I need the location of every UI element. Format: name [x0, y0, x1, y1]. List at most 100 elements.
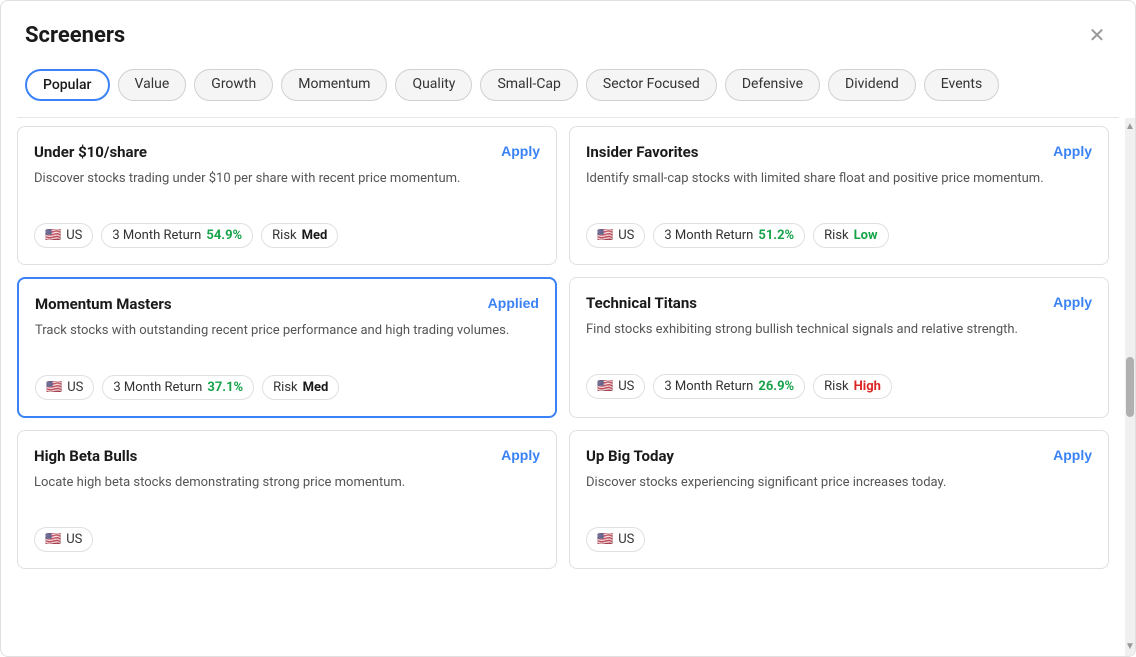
risk-value: Med: [302, 228, 328, 243]
risk-badge: Risk Med: [262, 375, 339, 400]
cards-container: Under $10/shareApply Discover stocks trad…: [1, 118, 1125, 656]
scroll-down-arrow[interactable]: ▼: [1125, 642, 1135, 652]
card-description: Find stocks exhibiting strong bullish te…: [586, 320, 1092, 360]
screener-card-upbig[interactable]: Up Big Today Apply Discover stocks experie…: [569, 430, 1109, 569]
card-header: Up Big Today Apply: [586, 447, 1092, 465]
scrollbar-thumb[interactable]: [1126, 357, 1134, 417]
risk-badge: Risk Med: [261, 223, 338, 248]
filter-chip-small-cap[interactable]: Small-Cap: [480, 69, 577, 101]
card-description: Discover stocks trading under $10 per sh…: [34, 169, 540, 209]
region-label: US: [66, 228, 82, 243]
region-label: US: [66, 532, 82, 547]
risk-value: Low: [854, 228, 878, 243]
cards-grid: Under $10/shareApply Discover stocks trad…: [17, 126, 1117, 569]
apply-button[interactable]: Apply: [1053, 143, 1092, 159]
region-label: US: [618, 532, 634, 547]
screener-card-insider[interactable]: Insider Favorites Apply Identify small-cap…: [569, 126, 1109, 265]
flag-icon: 🇺🇸: [597, 379, 613, 394]
region-label: US: [618, 228, 634, 243]
applied-button[interactable]: Applied: [488, 295, 539, 311]
filter-chip-quality[interactable]: Quality: [395, 69, 472, 101]
return-value: 37.1%: [207, 380, 243, 395]
return-value: 26.9%: [758, 379, 794, 394]
card-title: Insider Favorites: [586, 143, 698, 161]
card-header: High Beta Bulls Apply: [34, 447, 540, 465]
return-badge: 3 Month Return 51.2%: [653, 223, 805, 248]
card-header: Technical Titans Apply: [586, 294, 1092, 312]
region-label: US: [618, 379, 634, 394]
flag-icon: 🇺🇸: [45, 228, 61, 243]
filter-chip-events[interactable]: Events: [924, 69, 999, 101]
flag-icon: 🇺🇸: [45, 532, 61, 547]
screeners-modal: Screeners ✕ PopularValueGrowthMomentumQu…: [0, 0, 1136, 657]
apply-button[interactable]: Apply: [1053, 294, 1092, 310]
card-stats: 🇺🇸 US 3 Month Return 51.2% Risk Low: [586, 223, 1092, 248]
flag-icon: 🇺🇸: [597, 228, 613, 243]
scrollbar-arrows: ▲ ▼: [1125, 122, 1135, 652]
filter-chip-momentum[interactable]: Momentum: [281, 69, 387, 101]
region-label: US: [67, 380, 83, 395]
region-badge: 🇺🇸 US: [34, 223, 93, 248]
risk-label: Risk: [824, 228, 848, 243]
risk-label: Risk: [824, 379, 848, 394]
filter-chip-defensive[interactable]: Defensive: [725, 69, 820, 101]
risk-value: Med: [303, 380, 329, 395]
filter-chip-popular[interactable]: Popular: [25, 69, 110, 101]
card-stats: 🇺🇸 US 3 Month Return 26.9% Risk High: [586, 374, 1092, 399]
scroll-up-arrow[interactable]: ▲: [1125, 122, 1135, 132]
modal-header: Screeners ✕: [1, 1, 1135, 65]
apply-button[interactable]: Apply: [501, 143, 540, 159]
return-badge: 3 Month Return 54.9%: [101, 223, 253, 248]
apply-button[interactable]: Apply: [501, 447, 540, 463]
risk-label: Risk: [273, 380, 297, 395]
region-badge: 🇺🇸 US: [34, 527, 93, 552]
card-stats: 🇺🇸 US: [586, 527, 1092, 552]
screener-card-highbeta[interactable]: High Beta Bulls Apply Locate high beta sto…: [17, 430, 557, 569]
return-label: 3 Month Return: [113, 380, 202, 395]
risk-value: High: [854, 379, 881, 394]
card-description: Discover stocks experiencing significant…: [586, 473, 1092, 513]
filter-chip-value[interactable]: Value: [118, 69, 187, 101]
card-title: Technical Titans: [586, 294, 697, 312]
filter-chip-sector-focused[interactable]: Sector Focused: [586, 69, 717, 101]
filter-chips-container: PopularValueGrowthMomentumQualitySmall-C…: [1, 65, 1135, 117]
card-description: Identify small-cap stocks with limited s…: [586, 169, 1092, 209]
scrollbar[interactable]: ▲ ▼: [1125, 118, 1135, 656]
card-stats: 🇺🇸 US: [34, 527, 540, 552]
card-title: Up Big Today: [586, 447, 674, 465]
filter-chip-dividend[interactable]: Dividend: [828, 69, 916, 101]
risk-badge: Risk High: [813, 374, 892, 399]
modal-title: Screeners: [25, 23, 125, 48]
flag-icon: 🇺🇸: [46, 380, 62, 395]
filter-chip-growth[interactable]: Growth: [194, 69, 273, 101]
return-label: 3 Month Return: [664, 228, 753, 243]
card-header: Momentum Masters Applied: [35, 295, 539, 313]
region-badge: 🇺🇸 US: [586, 527, 645, 552]
card-title: High Beta Bulls: [34, 447, 137, 465]
return-badge: 3 Month Return 26.9%: [653, 374, 805, 399]
risk-badge: Risk Low: [813, 223, 888, 248]
card-stats: 🇺🇸 US 3 Month Return 54.9% Risk Med: [34, 223, 540, 248]
region-badge: 🇺🇸 US: [586, 374, 645, 399]
screener-card-under10[interactable]: Under $10/shareApply Discover stocks trad…: [17, 126, 557, 265]
card-stats: 🇺🇸 US 3 Month Return 37.1% Risk Med: [35, 375, 539, 400]
content-area: Under $10/shareApply Discover stocks trad…: [1, 118, 1135, 656]
close-button[interactable]: ✕: [1083, 21, 1111, 49]
return-value: 51.2%: [758, 228, 794, 243]
region-badge: 🇺🇸 US: [35, 375, 94, 400]
card-header: Under $10/shareApply: [34, 143, 540, 161]
risk-label: Risk: [272, 228, 296, 243]
apply-button[interactable]: Apply: [1053, 447, 1092, 463]
card-description: Track stocks with outstanding recent pri…: [35, 321, 539, 361]
card-title: Momentum Masters: [35, 295, 172, 313]
return-label: 3 Month Return: [112, 228, 201, 243]
return-label: 3 Month Return: [664, 379, 753, 394]
flag-icon: 🇺🇸: [597, 532, 613, 547]
card-header: Insider Favorites Apply: [586, 143, 1092, 161]
screener-card-technical[interactable]: Technical Titans Apply Find stocks exhibit…: [569, 277, 1109, 418]
return-value: 54.9%: [206, 228, 242, 243]
card-description: Locate high beta stocks demonstrating st…: [34, 473, 540, 513]
region-badge: 🇺🇸 US: [586, 223, 645, 248]
return-badge: 3 Month Return 37.1%: [102, 375, 254, 400]
screener-card-momentum[interactable]: Momentum Masters Applied Track stocks with…: [17, 277, 557, 418]
